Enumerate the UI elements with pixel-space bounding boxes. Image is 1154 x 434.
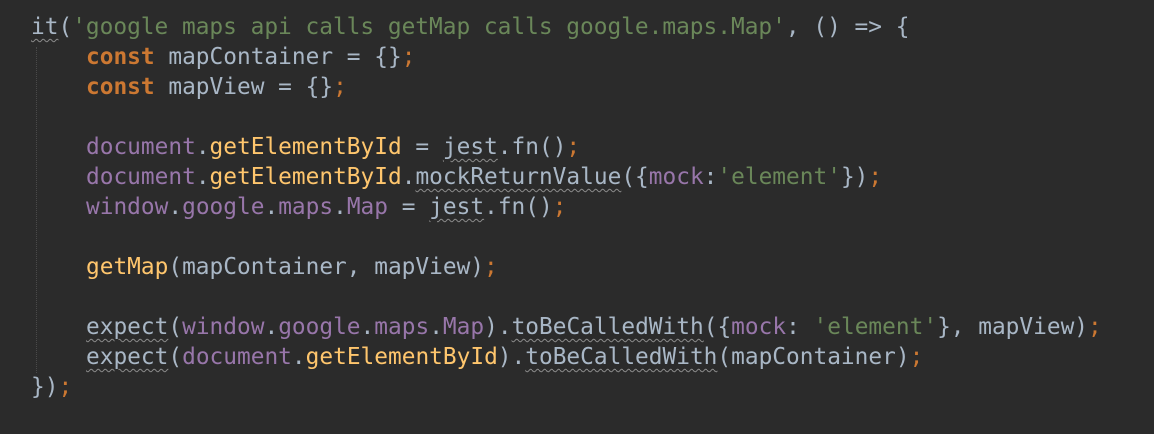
code-token-pl: ({	[621, 164, 649, 190]
code-token-obj: document	[182, 344, 292, 370]
code-token-pl: expect	[86, 314, 169, 340]
code-token-pl: mockReturnValue	[415, 164, 622, 190]
code-line[interactable]	[31, 102, 1102, 132]
code-token-pl: =	[388, 194, 430, 220]
code-block[interactable]: it('google maps api calls getMap calls g…	[31, 12, 1102, 402]
code-line[interactable]: getMap(mapContainer, mapView);	[31, 252, 1102, 282]
code-token-pl: , () => {	[785, 14, 910, 40]
code-token-fnc: getMap	[86, 254, 169, 280]
code-token-pl: ({	[703, 314, 732, 340]
code-token-kw: const	[86, 44, 155, 70]
code-token-obj: google	[182, 194, 265, 220]
code-line[interactable]	[31, 282, 1102, 312]
code-token-pl: mapView = {}	[154, 74, 334, 100]
code-token-obj: document	[86, 134, 196, 160]
code-token-pl: .	[264, 314, 279, 340]
code-token-str: 'element'	[717, 164, 841, 190]
code-token-pl: (	[168, 314, 183, 340]
code-token-pl: jest	[442, 134, 498, 160]
code-token-pl: :	[703, 164, 718, 190]
code-token-pl: })	[840, 164, 869, 190]
code-token-pl: (mapContainer)	[717, 344, 910, 370]
code-token-pl: }, mapView)	[937, 314, 1089, 340]
code-token-pl: it	[31, 14, 59, 40]
code-token-semi: ;	[58, 374, 73, 400]
code-token-obj: Map	[442, 314, 485, 340]
code-token-pl: toBeCalledWith	[511, 314, 704, 340]
code-token-pl: .	[195, 134, 210, 160]
code-token-pl: :	[786, 314, 814, 340]
code-token-pl: .fn()	[497, 134, 567, 160]
code-token-pl: toBeCalledWith	[525, 344, 718, 370]
code-token-pl: =	[401, 134, 443, 160]
code-token-str: 'google maps api calls getMap calls goog…	[72, 14, 786, 40]
code-token-fnc: getElementById	[305, 344, 498, 370]
code-token-pl: .fn()	[484, 194, 553, 220]
code-line[interactable]: const mapContainer = {};	[31, 42, 1102, 72]
code-token-pl: (	[168, 344, 183, 370]
code-token-obj: document	[86, 164, 196, 190]
code-token-pl: jest	[429, 194, 485, 220]
code-token-obj: window	[86, 194, 169, 220]
code-token-kw: const	[86, 74, 155, 100]
code-token-pl: .	[401, 164, 416, 190]
code-line[interactable]: expect(document.getElementById).toBeCall…	[31, 342, 1102, 372]
code-token-pl: .	[264, 194, 279, 220]
code-token-pl: .	[168, 194, 183, 220]
code-token-semi: ;	[566, 134, 581, 160]
code-token-semi: ;	[401, 44, 416, 70]
code-editor[interactable]: it('google maps api calls getMap calls g…	[0, 0, 1154, 434]
code-token-pl: ).	[497, 344, 526, 370]
code-token-semi: ;	[552, 194, 567, 220]
code-token-pl: (	[58, 14, 73, 40]
code-token-pl: (mapContainer, mapView)	[168, 254, 485, 280]
code-line[interactable]: it('google maps api calls getMap calls g…	[31, 12, 1102, 42]
code-token-obj: google	[278, 314, 361, 340]
code-line[interactable]: document.getElementById.mockReturnValue(…	[31, 162, 1102, 192]
code-token-str: 'element'	[813, 314, 938, 340]
code-token-pl: .	[333, 194, 347, 220]
code-token-pl: .	[429, 314, 443, 340]
code-token-pl: .	[195, 164, 210, 190]
code-token-obj: maps	[278, 194, 334, 220]
code-token-pl: mapContainer = {}	[154, 44, 402, 70]
code-line[interactable]: const mapView = {};	[31, 72, 1102, 102]
code-token-pl: expect	[86, 344, 169, 370]
code-token-semi: ;	[484, 254, 498, 280]
code-token-obj: mock	[731, 314, 787, 340]
code-line[interactable]: document.getElementById = jest.fn();	[31, 132, 1102, 162]
code-token-obj: window	[182, 314, 265, 340]
code-token-semi: ;	[1088, 314, 1102, 340]
code-token-fnc: getElementById	[209, 134, 402, 160]
code-token-pl: })	[31, 374, 59, 400]
code-line[interactable]	[31, 222, 1102, 252]
code-token-obj: mock	[648, 164, 704, 190]
code-line[interactable]: });	[31, 372, 1102, 402]
code-token-fnc: getElementById	[209, 164, 402, 190]
code-line[interactable]: expect(window.google.maps.Map).toBeCalle…	[31, 312, 1102, 342]
code-token-obj: maps	[374, 314, 430, 340]
code-token-semi: ;	[868, 164, 883, 190]
code-token-pl: ).	[484, 314, 512, 340]
code-token-semi: ;	[909, 344, 924, 370]
code-token-pl: .	[291, 344, 306, 370]
code-line[interactable]: window.google.maps.Map = jest.fn();	[31, 192, 1102, 222]
code-token-pl: .	[360, 314, 375, 340]
code-token-semi: ;	[333, 74, 347, 100]
code-token-obj: Map	[346, 194, 389, 220]
